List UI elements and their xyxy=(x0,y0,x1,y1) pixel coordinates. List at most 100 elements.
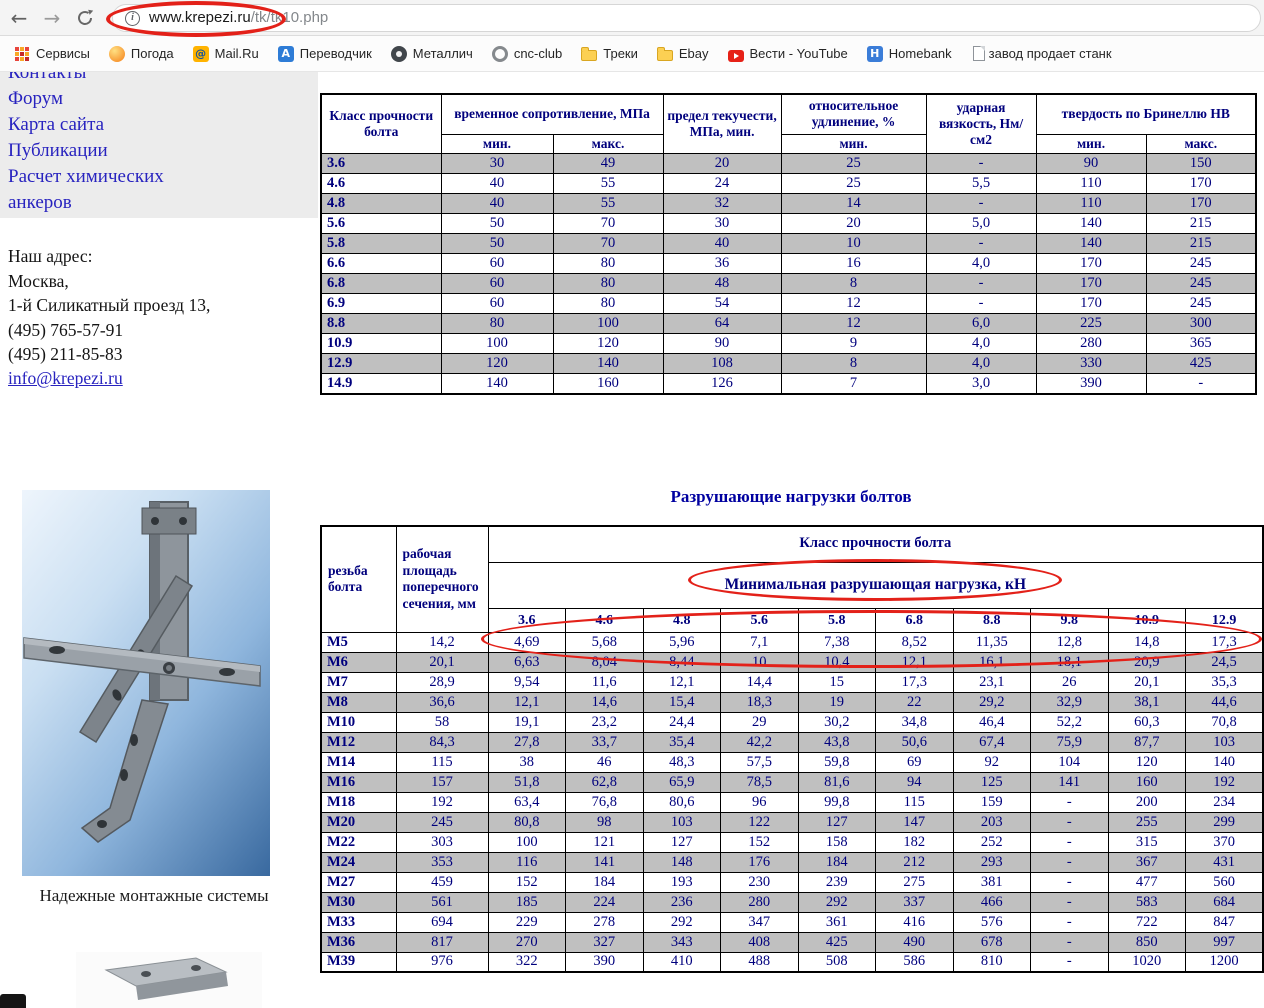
value-cell: 14,4 xyxy=(720,671,799,693)
value-cell: 292 xyxy=(797,891,876,913)
bookmark-label: Mail.Ru xyxy=(214,46,259,61)
value-cell: 8,44 xyxy=(642,651,721,673)
value-cell: 18,1 xyxy=(1030,651,1109,673)
value-cell: - xyxy=(1145,373,1257,395)
value-cell: 20,9 xyxy=(1107,651,1186,673)
table-row: 6.8 60 80 48 8-170 245 xyxy=(320,273,1257,295)
value-cell: 36 xyxy=(662,253,782,275)
value-cell: 182 xyxy=(875,831,954,853)
value-cell: 12 xyxy=(780,313,927,335)
value-cell: 100 xyxy=(487,831,566,853)
sidebar-link[interactable]: Публикации xyxy=(8,138,218,164)
value-cell: 25 xyxy=(780,153,927,175)
value-cell: 60 xyxy=(440,253,554,275)
value-cell: 122 xyxy=(720,811,799,833)
forward-button[interactable]: → xyxy=(38,4,66,32)
value-cell: 96 xyxy=(720,791,799,813)
value-cell: - xyxy=(1030,931,1109,953)
value-cell: 239 xyxy=(797,871,876,893)
value-cell: 425 xyxy=(797,931,876,953)
value-cell: 103 xyxy=(1185,731,1264,753)
value-cell: 17,3 xyxy=(875,671,954,693)
value-cell: 104 xyxy=(1030,751,1109,773)
value-cell: 997 xyxy=(1185,931,1264,953)
bookmark-item[interactable]: Металлич xyxy=(390,45,473,62)
col-header-class: Класс прочности болта xyxy=(320,93,442,155)
value-cell: 29 xyxy=(720,711,799,733)
bookmark-item[interactable]: Homebank xyxy=(866,45,952,62)
value-cell: 212 xyxy=(875,851,954,873)
bookmark-item[interactable]: Треки xyxy=(581,46,638,61)
value-cell: 184 xyxy=(797,851,876,873)
value-cell: 126 xyxy=(662,373,782,395)
value-cell: 78,5 xyxy=(720,771,799,793)
bookmark-item[interactable]: Ebay xyxy=(656,46,709,61)
value-cell: 255 xyxy=(1107,811,1186,833)
info-icon[interactable] xyxy=(125,10,140,26)
gear-icon xyxy=(390,45,407,62)
value-cell: 64 xyxy=(662,313,782,335)
bookmark-label: Homebank xyxy=(888,46,952,61)
col-header-hardness: твердость по Бринеллю НВ xyxy=(1035,93,1257,135)
bracket-photo-2-drawing xyxy=(76,952,262,1008)
value-cell: 185 xyxy=(487,891,566,913)
value-cell: 330 xyxy=(1035,353,1147,375)
bookmark-item[interactable]: Погода xyxy=(108,45,174,62)
value-cell: 5,96 xyxy=(642,631,721,653)
value-cell: 125 xyxy=(952,771,1031,793)
address-line: (495) 211-85-83 xyxy=(8,344,123,364)
bookmark-label: cnc-club xyxy=(513,46,563,61)
strength-table: Класс прочности болта временное сопротив… xyxy=(320,93,1258,395)
value-cell: 19,1 xyxy=(487,711,566,733)
row-label-cell: М6 xyxy=(320,651,397,673)
sidebar-link[interactable]: Карта сайта xyxy=(8,112,218,138)
class-column-header: 12.9 xyxy=(1185,607,1264,633)
weather-icon xyxy=(108,45,125,62)
bookmark-item[interactable]: cnc-club xyxy=(491,45,563,62)
bookmarks-bar: Сервисы Погода Mail.Ru Переводчик Металлич cn… xyxy=(0,36,1264,72)
value-cell: 90 xyxy=(662,333,782,355)
value-cell: 69 xyxy=(875,751,954,773)
value-cell: 560 xyxy=(1185,871,1264,893)
value-cell: 22 xyxy=(875,691,954,713)
col-header-area: рабочая площадь поперечного сечения, мм xyxy=(395,525,489,633)
value-cell: 347 xyxy=(720,911,799,933)
value-cell: 34,8 xyxy=(875,711,954,733)
email-link[interactable]: info@krepezi.ru xyxy=(8,368,123,389)
sidebar-link[interactable]: Расчет химических анкеров xyxy=(8,164,218,216)
product-image xyxy=(22,490,270,876)
taskbar-corner xyxy=(0,994,26,1008)
value-cell: 55 xyxy=(552,173,664,195)
value-cell: 5,5 xyxy=(925,173,1037,195)
value-cell: 59,8 xyxy=(797,751,876,773)
sidebar-link[interactable]: Форум xyxy=(8,86,218,112)
table-row: М30 561 185 224 236 280 292 337 466-583 684 xyxy=(320,891,1264,913)
value-cell: 120 xyxy=(1107,751,1186,773)
bookmark-item[interactable]: Сервисы xyxy=(14,46,90,62)
bookmark-label: Ebay xyxy=(678,46,709,61)
bookmark-item[interactable]: Mail.Ru xyxy=(192,45,259,62)
bookmark-item[interactable]: завод продает станк xyxy=(971,46,1112,61)
value-cell: 299 xyxy=(1185,811,1264,833)
back-button[interactable]: ← xyxy=(5,4,33,32)
value-cell: 817 xyxy=(395,931,489,953)
bookmark-item[interactable]: Вести - YouTube xyxy=(727,46,848,62)
value-cell: 365 xyxy=(1145,333,1257,355)
bookmark-item[interactable]: Переводчик xyxy=(277,45,372,62)
value-cell: 48 xyxy=(662,273,782,295)
value-cell: 11,6 xyxy=(565,671,644,693)
url-bar[interactable]: www.krepezi.ru/tk/tk10.php xyxy=(112,4,1261,32)
value-cell: 46,4 xyxy=(952,711,1031,733)
value-cell: 99,8 xyxy=(797,791,876,813)
table-row: 4.6 40 55 24 25 5,5 110 170 xyxy=(320,173,1257,195)
row-label-cell: М7 xyxy=(320,671,397,693)
refresh-button[interactable] xyxy=(71,4,99,32)
value-cell: 4,0 xyxy=(925,353,1037,375)
value-cell: 12,8 xyxy=(1030,631,1109,653)
table-row: 5.6 50 70 30 20 5,0 140 215 xyxy=(320,213,1257,235)
value-cell: 116 xyxy=(487,851,566,873)
bookmark-label: завод продает станк xyxy=(988,46,1112,61)
value-cell: 57,5 xyxy=(720,751,799,773)
value-cell: 50,6 xyxy=(875,731,954,753)
value-cell: 94 xyxy=(875,771,954,793)
